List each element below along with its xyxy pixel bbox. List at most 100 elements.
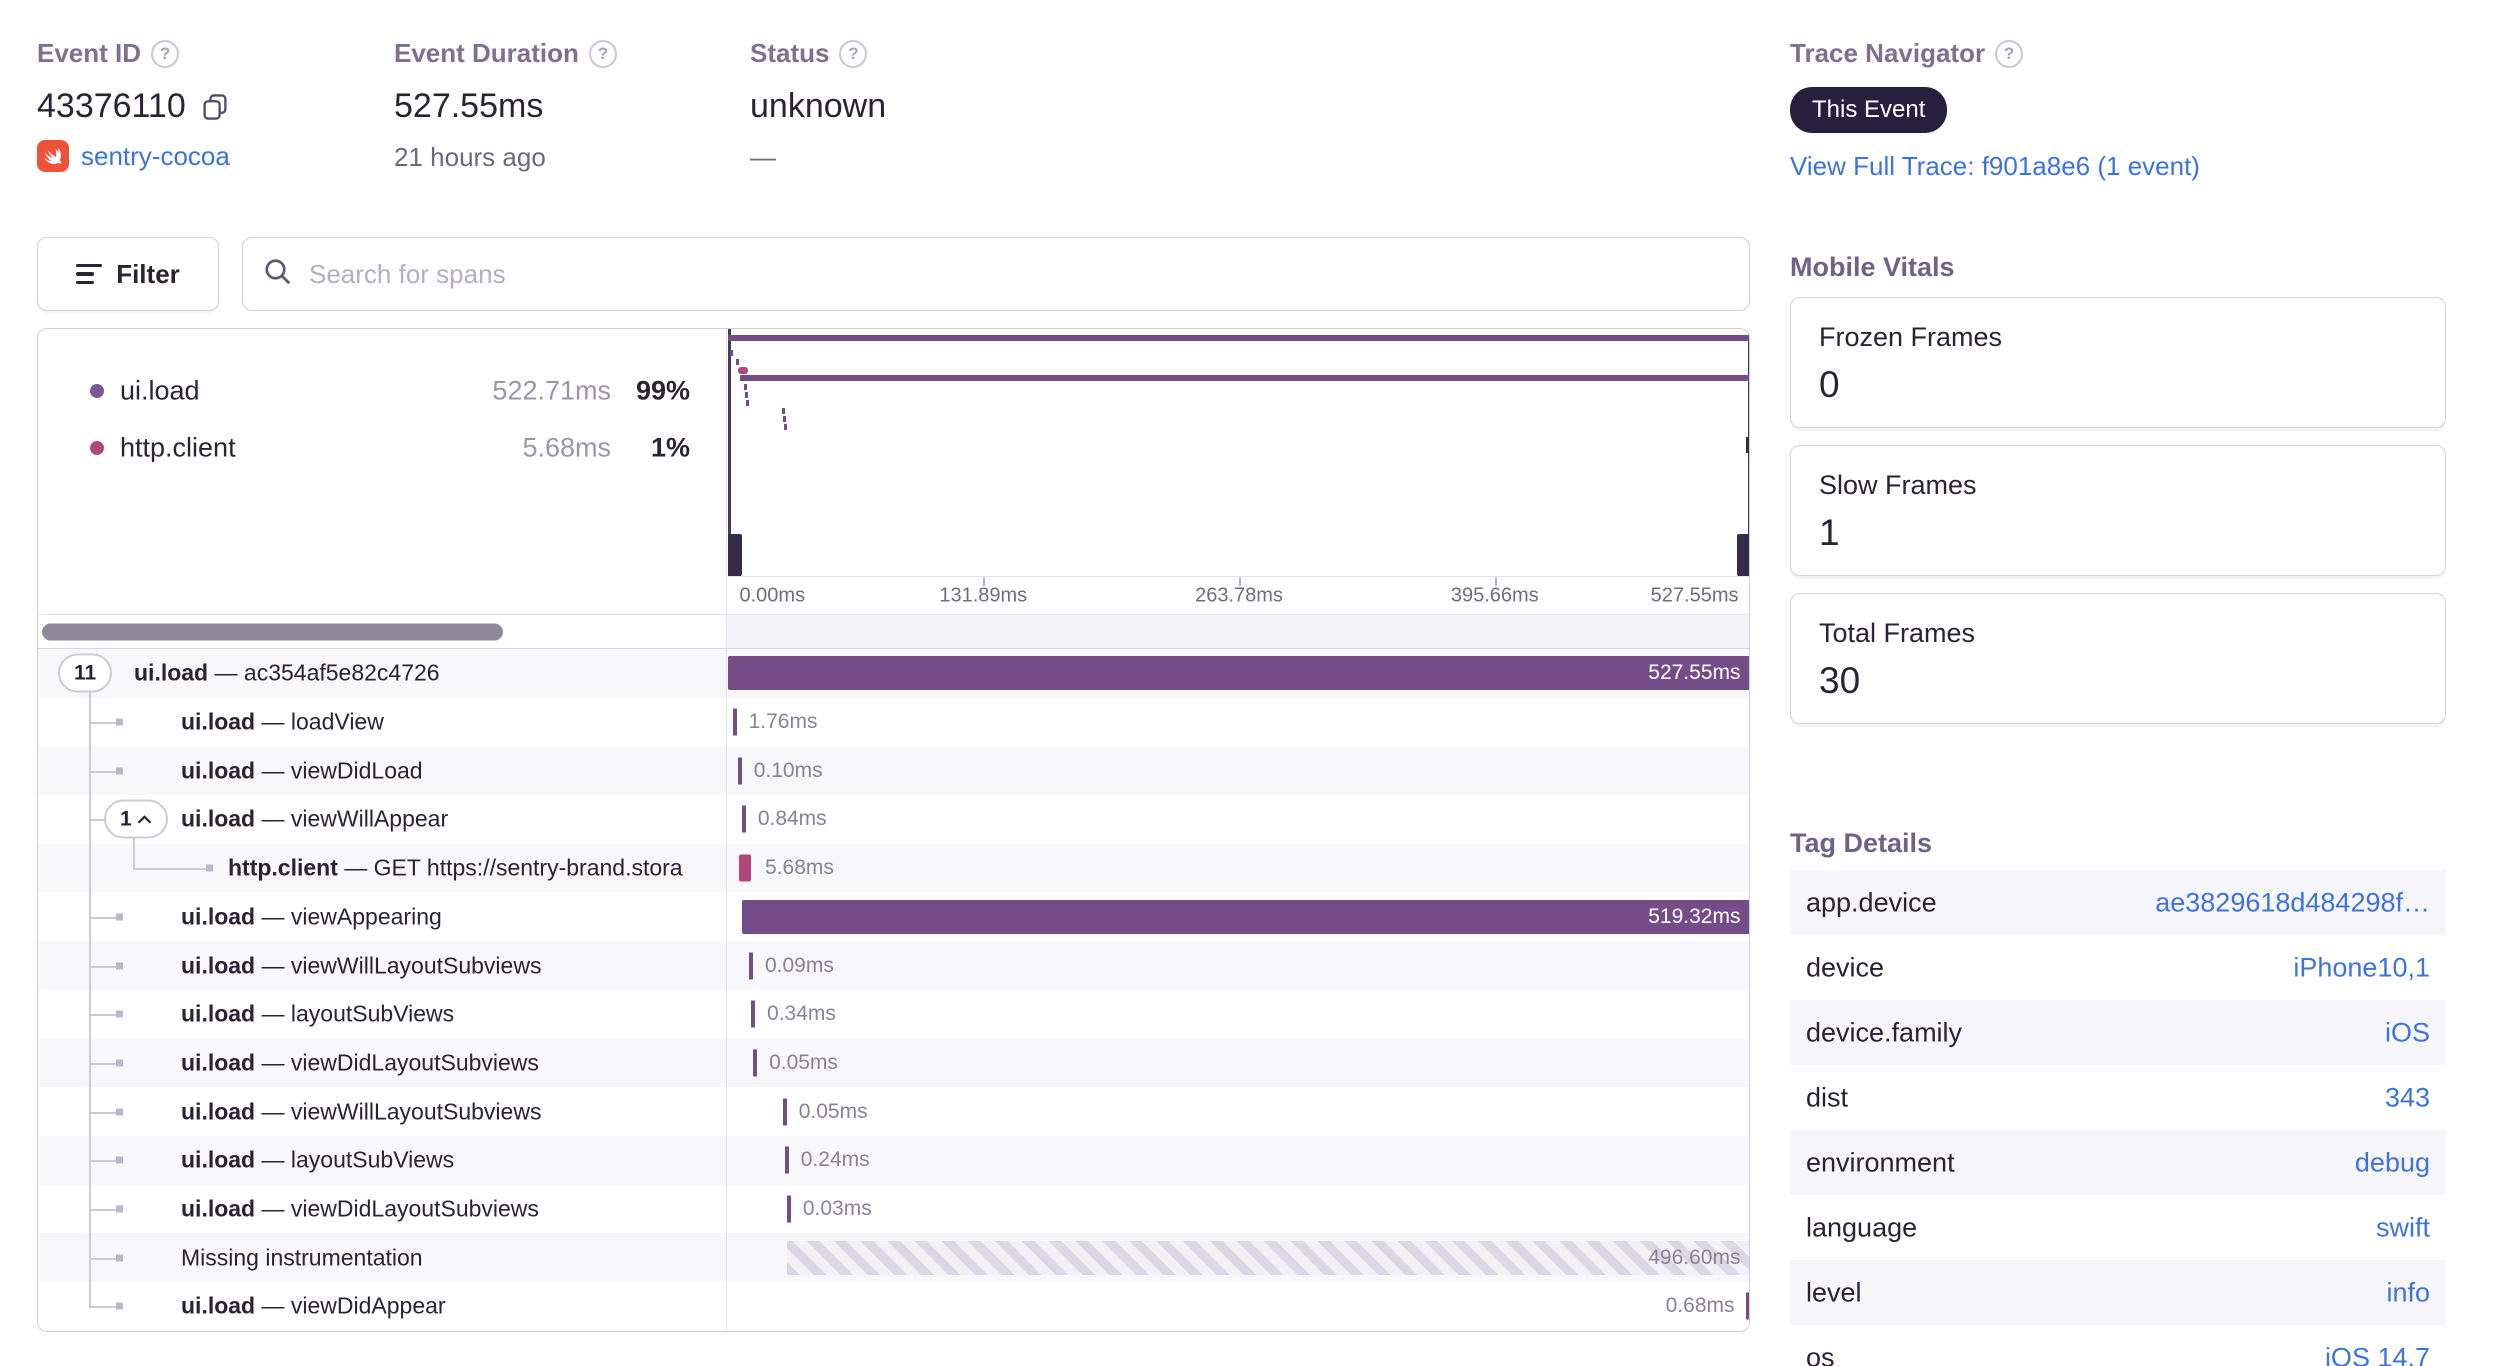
span-duration-bar[interactable] (782, 1098, 787, 1126)
tag-key: app.device (1806, 887, 1937, 917)
span-duration-label: 0.68ms (1665, 1294, 1735, 1318)
tree-connector (89, 1111, 116, 1114)
tag-value-link[interactable]: iOS 14.7 (2325, 1342, 2430, 1366)
tag-row: device.family iOS (1790, 1000, 2446, 1065)
span-row[interactable]: ui.load — viewWillLayoutSubviews 0.09ms (38, 941, 1749, 990)
vital-card-title: Total Frames (1819, 618, 1976, 648)
tree-connector-end (116, 1205, 123, 1213)
vital-card-value: 30 (1819, 660, 1861, 701)
span-duration-bar[interactable]: 496.60ms (786, 1240, 1749, 1275)
tree-connector-end (206, 864, 213, 872)
span-duration-bar[interactable] (737, 757, 742, 785)
span-row[interactable]: ui.load — viewDidLayoutSubviews 0.05ms (38, 1038, 1749, 1088)
tag-value-link[interactable]: ae3829618d484298f… (2155, 887, 2430, 918)
span-duration-label: 5.68ms (765, 856, 834, 880)
view-full-trace-link[interactable]: View Full Trace: f901a8e6 (1 event) (1790, 151, 2200, 181)
span-row-label: ui.load — layoutSubViews (181, 1000, 455, 1027)
span-duration-bar[interactable] (753, 1049, 758, 1077)
minimap-span-mark (737, 367, 748, 374)
search-icon (263, 257, 293, 292)
span-row[interactable]: ui.load — viewDidLayoutSubviews 0.03ms (38, 1185, 1749, 1234)
help-icon[interactable]: ? (151, 39, 180, 68)
tag-value-link[interactable]: 343 (2385, 1082, 2430, 1113)
span-duration-bar[interactable] (748, 952, 753, 980)
tag-row: dist 343 (1790, 1065, 2446, 1130)
tag-row: os iOS 14.7 (1790, 1325, 2446, 1366)
help-icon[interactable]: ? (839, 39, 868, 68)
span-row-label: ui.load — viewAppearing (181, 903, 442, 930)
span-row[interactable]: ui.load — layoutSubViews 0.24ms (38, 1136, 1749, 1185)
tree-waterfall-divider[interactable] (726, 329, 727, 1331)
span-duration-label: 0.10ms (753, 758, 823, 782)
tag-key: dist (1806, 1082, 1849, 1112)
legend-op-name: http.client (120, 432, 236, 463)
span-tree-cell: Missing instrumentation (38, 1233, 726, 1282)
span-tree-cell: ui.load — layoutSubViews (38, 1136, 726, 1185)
span-duration-bar[interactable] (784, 1146, 789, 1174)
chevron-up-icon (137, 815, 151, 824)
mobile-vitals-title: Mobile Vitals (1790, 252, 1955, 282)
event-duration-label: Event Duration (394, 38, 579, 68)
span-duration-label: 496.60ms (1648, 1245, 1741, 1269)
search-input[interactable] (307, 257, 1729, 291)
span-duration-bar[interactable] (1746, 1292, 1749, 1320)
tag-row: environment debug (1790, 1130, 2446, 1195)
span-row[interactable]: ui.load — viewDidAppear 0.68ms (38, 1282, 1749, 1331)
span-waterfall-panel: ui.load 522.71ms 99% http.client 5.68ms 1% 0.… (37, 328, 1750, 1332)
tag-value-link[interactable]: debug (2355, 1147, 2430, 1178)
trace-minimap[interactable] (727, 329, 1749, 576)
copy-icon[interactable] (200, 92, 230, 122)
span-graph-cell: 0.34ms (728, 990, 1750, 1039)
span-row[interactable]: Missing instrumentation 496.60ms (38, 1233, 1749, 1283)
span-duration-bar[interactable] (786, 1195, 791, 1223)
filter-button[interactable]: Filter (37, 237, 219, 311)
span-tree-cell: ui.load — viewAppearing (38, 893, 726, 942)
span-row[interactable]: ui.load — loadView 1.76ms (38, 698, 1749, 747)
minimap-left-handle[interactable] (727, 329, 742, 576)
filter-icon (76, 263, 103, 285)
tag-value-link[interactable]: info (2386, 1277, 2430, 1308)
tag-value-link[interactable]: swift (2376, 1212, 2430, 1243)
span-row[interactable]: 1 ui.load — viewWillAppear 0.84ms (38, 795, 1749, 844)
minimap-span-mark (744, 392, 748, 398)
span-duration-bar[interactable]: 527.55ms (727, 656, 1749, 691)
tag-value-link[interactable]: iOS (2385, 1017, 2430, 1048)
span-row[interactable]: ui.load — layoutSubViews 0.34ms (38, 990, 1749, 1039)
tree-connector-end (116, 718, 123, 726)
event-id-stat: Event ID ? 43376110 sentry-cocoa (37, 38, 230, 172)
help-icon[interactable]: ? (588, 39, 617, 68)
collapse-children-button[interactable]: 1 (104, 799, 168, 839)
project-link[interactable]: sentry-cocoa (81, 141, 230, 172)
event-age: 21 hours ago (394, 142, 546, 172)
span-duration-bar[interactable]: 519.32ms (741, 899, 1749, 934)
span-duration-label: 519.32ms (1648, 904, 1741, 928)
tree-connector-end (116, 1059, 123, 1067)
legend-percent: 99% (635, 375, 690, 406)
span-duration-label: 0.05ms (769, 1050, 838, 1074)
help-icon[interactable]: ? (1995, 39, 2024, 68)
span-tree-cell: ui.load — viewDidLayoutSubviews (38, 1039, 726, 1088)
span-duration-bar[interactable] (741, 805, 746, 833)
span-row[interactable]: ui.load — viewWillLayoutSubviews 0.05ms (38, 1087, 1749, 1136)
span-duration-bar[interactable] (732, 708, 737, 736)
legend-item-http.client[interactable]: http.client 5.68ms 1% (38, 426, 726, 470)
horizontal-scrollbar-thumb[interactable] (42, 623, 503, 640)
span-duration-label: 1.76ms (748, 710, 818, 734)
span-row[interactable]: 11 ui.load — ac354af5e82c4726 527.55ms (38, 649, 1749, 698)
span-row[interactable]: ui.load — viewAppearing 519.32ms (38, 893, 1749, 942)
span-count-badge[interactable]: 11 (58, 653, 113, 693)
span-duration-label: 0.34ms (767, 1002, 836, 1026)
vital-card-total-frames: Total Frames 30 (1790, 593, 2446, 724)
minimap-span-mark (783, 424, 787, 430)
tag-value-link[interactable]: iPhone10,1 (2293, 952, 2430, 983)
span-row[interactable]: http.client — GET https://sentry-brand.s… (38, 843, 1749, 893)
tree-connector-end (116, 1010, 123, 1018)
span-duration-bar[interactable] (751, 1000, 756, 1028)
axis-tick-label: 395.66ms (1450, 584, 1539, 606)
event-id-label: Event ID (37, 38, 142, 68)
legend-item-ui.load[interactable]: ui.load 522.71ms 99% (38, 369, 726, 413)
span-duration-bar[interactable] (738, 854, 752, 882)
span-graph-cell: 0.68ms (728, 1282, 1749, 1331)
span-row[interactable]: ui.load — viewDidLoad 0.10ms (38, 746, 1749, 796)
time-axis: 0.00ms 131.89ms 263.78ms 395.66ms 527.55ms (727, 576, 1749, 614)
